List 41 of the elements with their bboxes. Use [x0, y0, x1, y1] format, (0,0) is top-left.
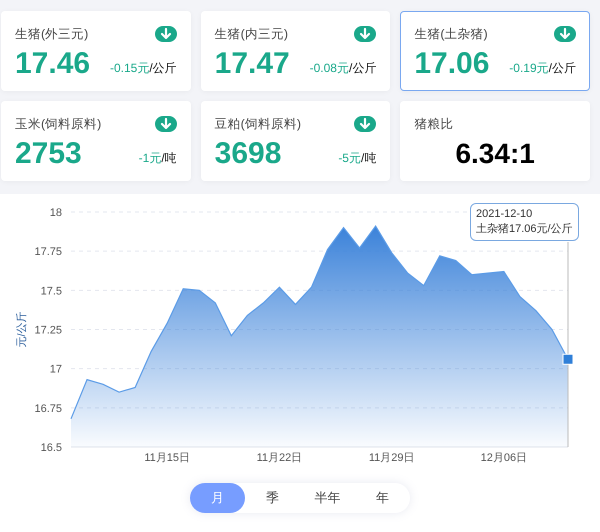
price-value: 2753 [15, 137, 82, 171]
price-value: 17.47 [214, 47, 290, 81]
y-tick-label: 17.75 [34, 246, 62, 258]
card-label: 生猪(内三元) [214, 26, 288, 43]
tooltip-date: 2021-12-10 [476, 207, 534, 222]
y-axis-title: 元/公斤 [16, 311, 28, 348]
card-label: 玉米(饲料原料) [15, 116, 102, 133]
price-change: -0.19元/公斤 [509, 60, 576, 77]
price-card[interactable]: 猪粮比 6.34:1 [400, 101, 590, 181]
y-tick-label: 17.25 [34, 324, 62, 336]
price-change: -0.15元/公斤 [110, 60, 177, 77]
card-label: 生猪(外三元) [15, 26, 88, 43]
ratio-value: 6.34:1 [455, 137, 535, 171]
price-card[interactable]: 玉米(饲料原料) 2753 -1元/吨 [1, 101, 191, 181]
y-tick-label: 17 [50, 364, 62, 376]
card-label: 生猪(土杂猪) [414, 26, 488, 43]
y-tick-label: 18 [50, 207, 62, 219]
period-tab[interactable]: 半年 [300, 483, 355, 513]
y-tick-label: 16.75 [34, 402, 62, 415]
price-change: -5元/吨 [338, 150, 376, 167]
x-tick-label: 11月22日 [256, 452, 302, 464]
period-tab[interactable]: 年 [355, 483, 410, 513]
x-tick-label: 11月15日 [144, 452, 190, 464]
x-tick-label: 11月29日 [368, 452, 414, 464]
price-change: -1元/吨 [138, 150, 177, 167]
y-tick-label: 17.5 [40, 285, 62, 298]
price-change: -0.08元/公斤 [310, 60, 376, 77]
price-card[interactable]: 生猪(内三元) 17.47 -0.08元/公斤 [200, 11, 390, 91]
period-tab[interactable]: 季 [245, 483, 300, 513]
price-value: 3698 [214, 137, 282, 171]
price-value: 17.06 [414, 47, 490, 81]
card-label: 豆粕(饲料原料) [214, 116, 301, 133]
price-card[interactable]: 豆粕(饲料原料) 3698 -5元/吨 [200, 101, 390, 181]
x-tick-label: 12月06日 [480, 452, 528, 464]
card-label: 猪粮比 [414, 116, 454, 133]
price-card[interactable]: 生猪(土杂猪) 17.06 -0.19元/公斤 [400, 11, 590, 91]
price-value: 17.46 [15, 47, 90, 81]
price-card[interactable]: 生猪(外三元) 17.46 -0.15元/公斤 [1, 11, 191, 91]
data-point-marker[interactable] [562, 354, 574, 365]
tooltip-value: 土杂猪17.06元/公斤 [476, 222, 573, 237]
y-tick-label: 16.5 [40, 442, 62, 454]
